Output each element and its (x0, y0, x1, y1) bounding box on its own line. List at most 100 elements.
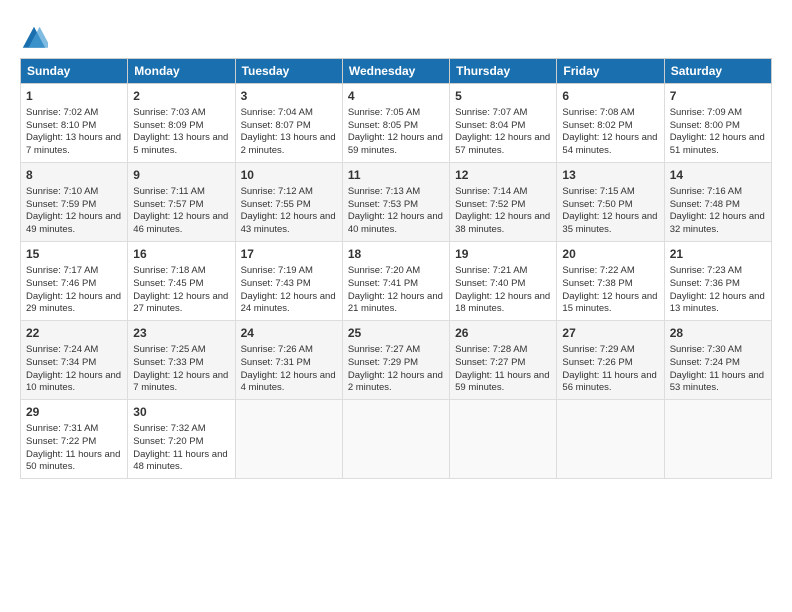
day-number: 23 (133, 325, 229, 342)
calendar-cell: 26 Sunrise: 7:28 AMSunset: 7:27 PMDayligh… (450, 321, 557, 400)
calendar-header-tuesday: Tuesday (235, 59, 342, 84)
calendar-cell: 15Sunrise: 7:17 AMSunset: 7:46 PMDayligh… (21, 242, 128, 321)
day-number: 6 (562, 88, 658, 105)
day-info: Sunrise: 7:12 AMSunset: 7:55 PMDaylight:… (241, 186, 337, 237)
day-info: Sunrise: 7:24 AMSunset: 7:34 PMDaylight:… (26, 344, 122, 395)
day-info: Sunrise: 7:03 AMSunset: 8:09 PMDaylight:… (133, 107, 229, 158)
day-info: Sunrise: 7:31 AMSunset: 7:22 PMDaylight:… (26, 423, 122, 474)
calendar-cell (235, 400, 342, 479)
calendar-week-2: 8 Sunrise: 7:10 AMSunset: 7:59 PMDaylight… (21, 163, 772, 242)
calendar-week-5: 29 Sunrise: 7:31 AMSunset: 7:22 PMDayligh… (21, 400, 772, 479)
calendar-cell: 25 Sunrise: 7:27 AMSunset: 7:29 PMDayligh… (342, 321, 449, 400)
day-info: Sunrise: 7:02 AMSunset: 8:10 PMDaylight:… (26, 107, 122, 158)
calendar-cell: 28Sunrise: 7:30 AMSunset: 7:24 PMDayligh… (664, 321, 771, 400)
day-info: Sunrise: 7:08 AMSunset: 8:02 PMDaylight:… (562, 107, 658, 158)
calendar-cell: 7Sunrise: 7:09 AMSunset: 8:00 PMDaylight… (664, 84, 771, 163)
day-info: Sunrise: 7:16 AMSunset: 7:48 PMDaylight:… (670, 186, 766, 237)
day-number: 20 (562, 246, 658, 263)
day-number: 29 (26, 404, 122, 421)
calendar-cell: 4 Sunrise: 7:05 AMSunset: 8:05 PMDaylight… (342, 84, 449, 163)
calendar-cell: 20 Sunrise: 7:22 AMSunset: 7:38 PMDayligh… (557, 242, 664, 321)
day-number: 13 (562, 167, 658, 184)
calendar-cell: 12 Sunrise: 7:14 AMSunset: 7:52 PMDayligh… (450, 163, 557, 242)
calendar-cell: 23 Sunrise: 7:25 AMSunset: 7:33 PMDayligh… (128, 321, 235, 400)
day-info: Sunrise: 7:22 AMSunset: 7:38 PMDaylight:… (562, 265, 658, 316)
calendar-cell: 30 Sunrise: 7:32 AMSunset: 7:20 PMDayligh… (128, 400, 235, 479)
header (20, 18, 772, 52)
day-info: Sunrise: 7:29 AMSunset: 7:26 PMDaylight:… (562, 344, 658, 395)
day-number: 3 (241, 88, 337, 105)
page: SundayMondayTuesdayWednesdayThursdayFrid… (0, 0, 792, 612)
day-info: Sunrise: 7:18 AMSunset: 7:45 PMDaylight:… (133, 265, 229, 316)
day-number: 10 (241, 167, 337, 184)
day-number: 30 (133, 404, 229, 421)
day-info: Sunrise: 7:13 AMSunset: 7:53 PMDaylight:… (348, 186, 444, 237)
day-info: Sunrise: 7:10 AMSunset: 7:59 PMDaylight:… (26, 186, 122, 237)
day-info: Sunrise: 7:04 AMSunset: 8:07 PMDaylight:… (241, 107, 337, 158)
calendar-header-sunday: Sunday (21, 59, 128, 84)
calendar-cell (557, 400, 664, 479)
day-number: 8 (26, 167, 122, 184)
calendar-cell: 8 Sunrise: 7:10 AMSunset: 7:59 PMDaylight… (21, 163, 128, 242)
calendar-cell: 1 Sunrise: 7:02 AMSunset: 8:10 PMDaylight… (21, 84, 128, 163)
day-info: Sunrise: 7:27 AMSunset: 7:29 PMDaylight:… (348, 344, 444, 395)
day-number: 26 (455, 325, 551, 342)
calendar-header-friday: Friday (557, 59, 664, 84)
day-info: Sunrise: 7:14 AMSunset: 7:52 PMDaylight:… (455, 186, 551, 237)
calendar-cell: 16 Sunrise: 7:18 AMSunset: 7:45 PMDayligh… (128, 242, 235, 321)
day-info: Sunrise: 7:09 AMSunset: 8:00 PMDaylight:… (670, 107, 766, 158)
calendar-table: SundayMondayTuesdayWednesdayThursdayFrid… (20, 58, 772, 479)
day-number: 15 (26, 246, 122, 263)
day-info: Sunrise: 7:21 AMSunset: 7:40 PMDaylight:… (455, 265, 551, 316)
logo-icon (20, 24, 48, 52)
day-number: 25 (348, 325, 444, 342)
calendar-cell: 5 Sunrise: 7:07 AMSunset: 8:04 PMDaylight… (450, 84, 557, 163)
calendar-cell: 14 Sunrise: 7:16 AMSunset: 7:48 PMDayligh… (664, 163, 771, 242)
day-info: Sunrise: 7:11 AMSunset: 7:57 PMDaylight:… (133, 186, 229, 237)
calendar-header-thursday: Thursday (450, 59, 557, 84)
day-number: 17 (241, 246, 337, 263)
day-info: Sunrise: 7:32 AMSunset: 7:20 PMDaylight:… (133, 423, 229, 474)
calendar-cell: 21 Sunrise: 7:23 AMSunset: 7:36 PMDayligh… (664, 242, 771, 321)
day-info: Sunrise: 7:25 AMSunset: 7:33 PMDaylight:… (133, 344, 229, 395)
day-number: 9 (133, 167, 229, 184)
day-number: 24 (241, 325, 337, 342)
day-info: Sunrise: 7:30 AMSunset: 7:24 PMDaylight:… (670, 344, 766, 395)
calendar-header-monday: Monday (128, 59, 235, 84)
day-number: 22 (26, 325, 122, 342)
day-number: 1 (26, 88, 122, 105)
calendar-cell: 11Sunrise: 7:13 AMSunset: 7:53 PMDayligh… (342, 163, 449, 242)
day-number: 18 (348, 246, 444, 263)
calendar-cell (664, 400, 771, 479)
day-info: Sunrise: 7:15 AMSunset: 7:50 PMDaylight:… (562, 186, 658, 237)
calendar-cell: 13 Sunrise: 7:15 AMSunset: 7:50 PMDayligh… (557, 163, 664, 242)
calendar-cell (450, 400, 557, 479)
calendar-cell: 24 Sunrise: 7:26 AMSunset: 7:31 PMDayligh… (235, 321, 342, 400)
day-number: 16 (133, 246, 229, 263)
day-number: 21 (670, 246, 766, 263)
day-info: Sunrise: 7:26 AMSunset: 7:31 PMDaylight:… (241, 344, 337, 395)
day-info: Sunrise: 7:23 AMSunset: 7:36 PMDaylight:… (670, 265, 766, 316)
day-number: 4 (348, 88, 444, 105)
logo (20, 24, 52, 52)
calendar-cell: 27 Sunrise: 7:29 AMSunset: 7:26 PMDayligh… (557, 321, 664, 400)
calendar-cell: 18 Sunrise: 7:20 AMSunset: 7:41 PMDayligh… (342, 242, 449, 321)
day-info: Sunrise: 7:28 AMSunset: 7:27 PMDaylight:… (455, 344, 551, 395)
day-number: 12 (455, 167, 551, 184)
calendar-cell: 19 Sunrise: 7:21 AMSunset: 7:40 PMDayligh… (450, 242, 557, 321)
calendar-cell: 29 Sunrise: 7:31 AMSunset: 7:22 PMDayligh… (21, 400, 128, 479)
calendar-cell (342, 400, 449, 479)
day-number: 5 (455, 88, 551, 105)
calendar-header-saturday: Saturday (664, 59, 771, 84)
calendar-cell: 10 Sunrise: 7:12 AMSunset: 7:55 PMDayligh… (235, 163, 342, 242)
day-number: 2 (133, 88, 229, 105)
calendar-week-4: 22 Sunrise: 7:24 AMSunset: 7:34 PMDayligh… (21, 321, 772, 400)
calendar-header-wednesday: Wednesday (342, 59, 449, 84)
day-number: 27 (562, 325, 658, 342)
day-number: 19 (455, 246, 551, 263)
day-number: 14 (670, 167, 766, 184)
day-info: Sunrise: 7:20 AMSunset: 7:41 PMDaylight:… (348, 265, 444, 316)
calendar-cell: 3 Sunrise: 7:04 AMSunset: 8:07 PMDaylight… (235, 84, 342, 163)
day-info: Sunrise: 7:07 AMSunset: 8:04 PMDaylight:… (455, 107, 551, 158)
day-info: Sunrise: 7:05 AMSunset: 8:05 PMDaylight:… (348, 107, 444, 158)
